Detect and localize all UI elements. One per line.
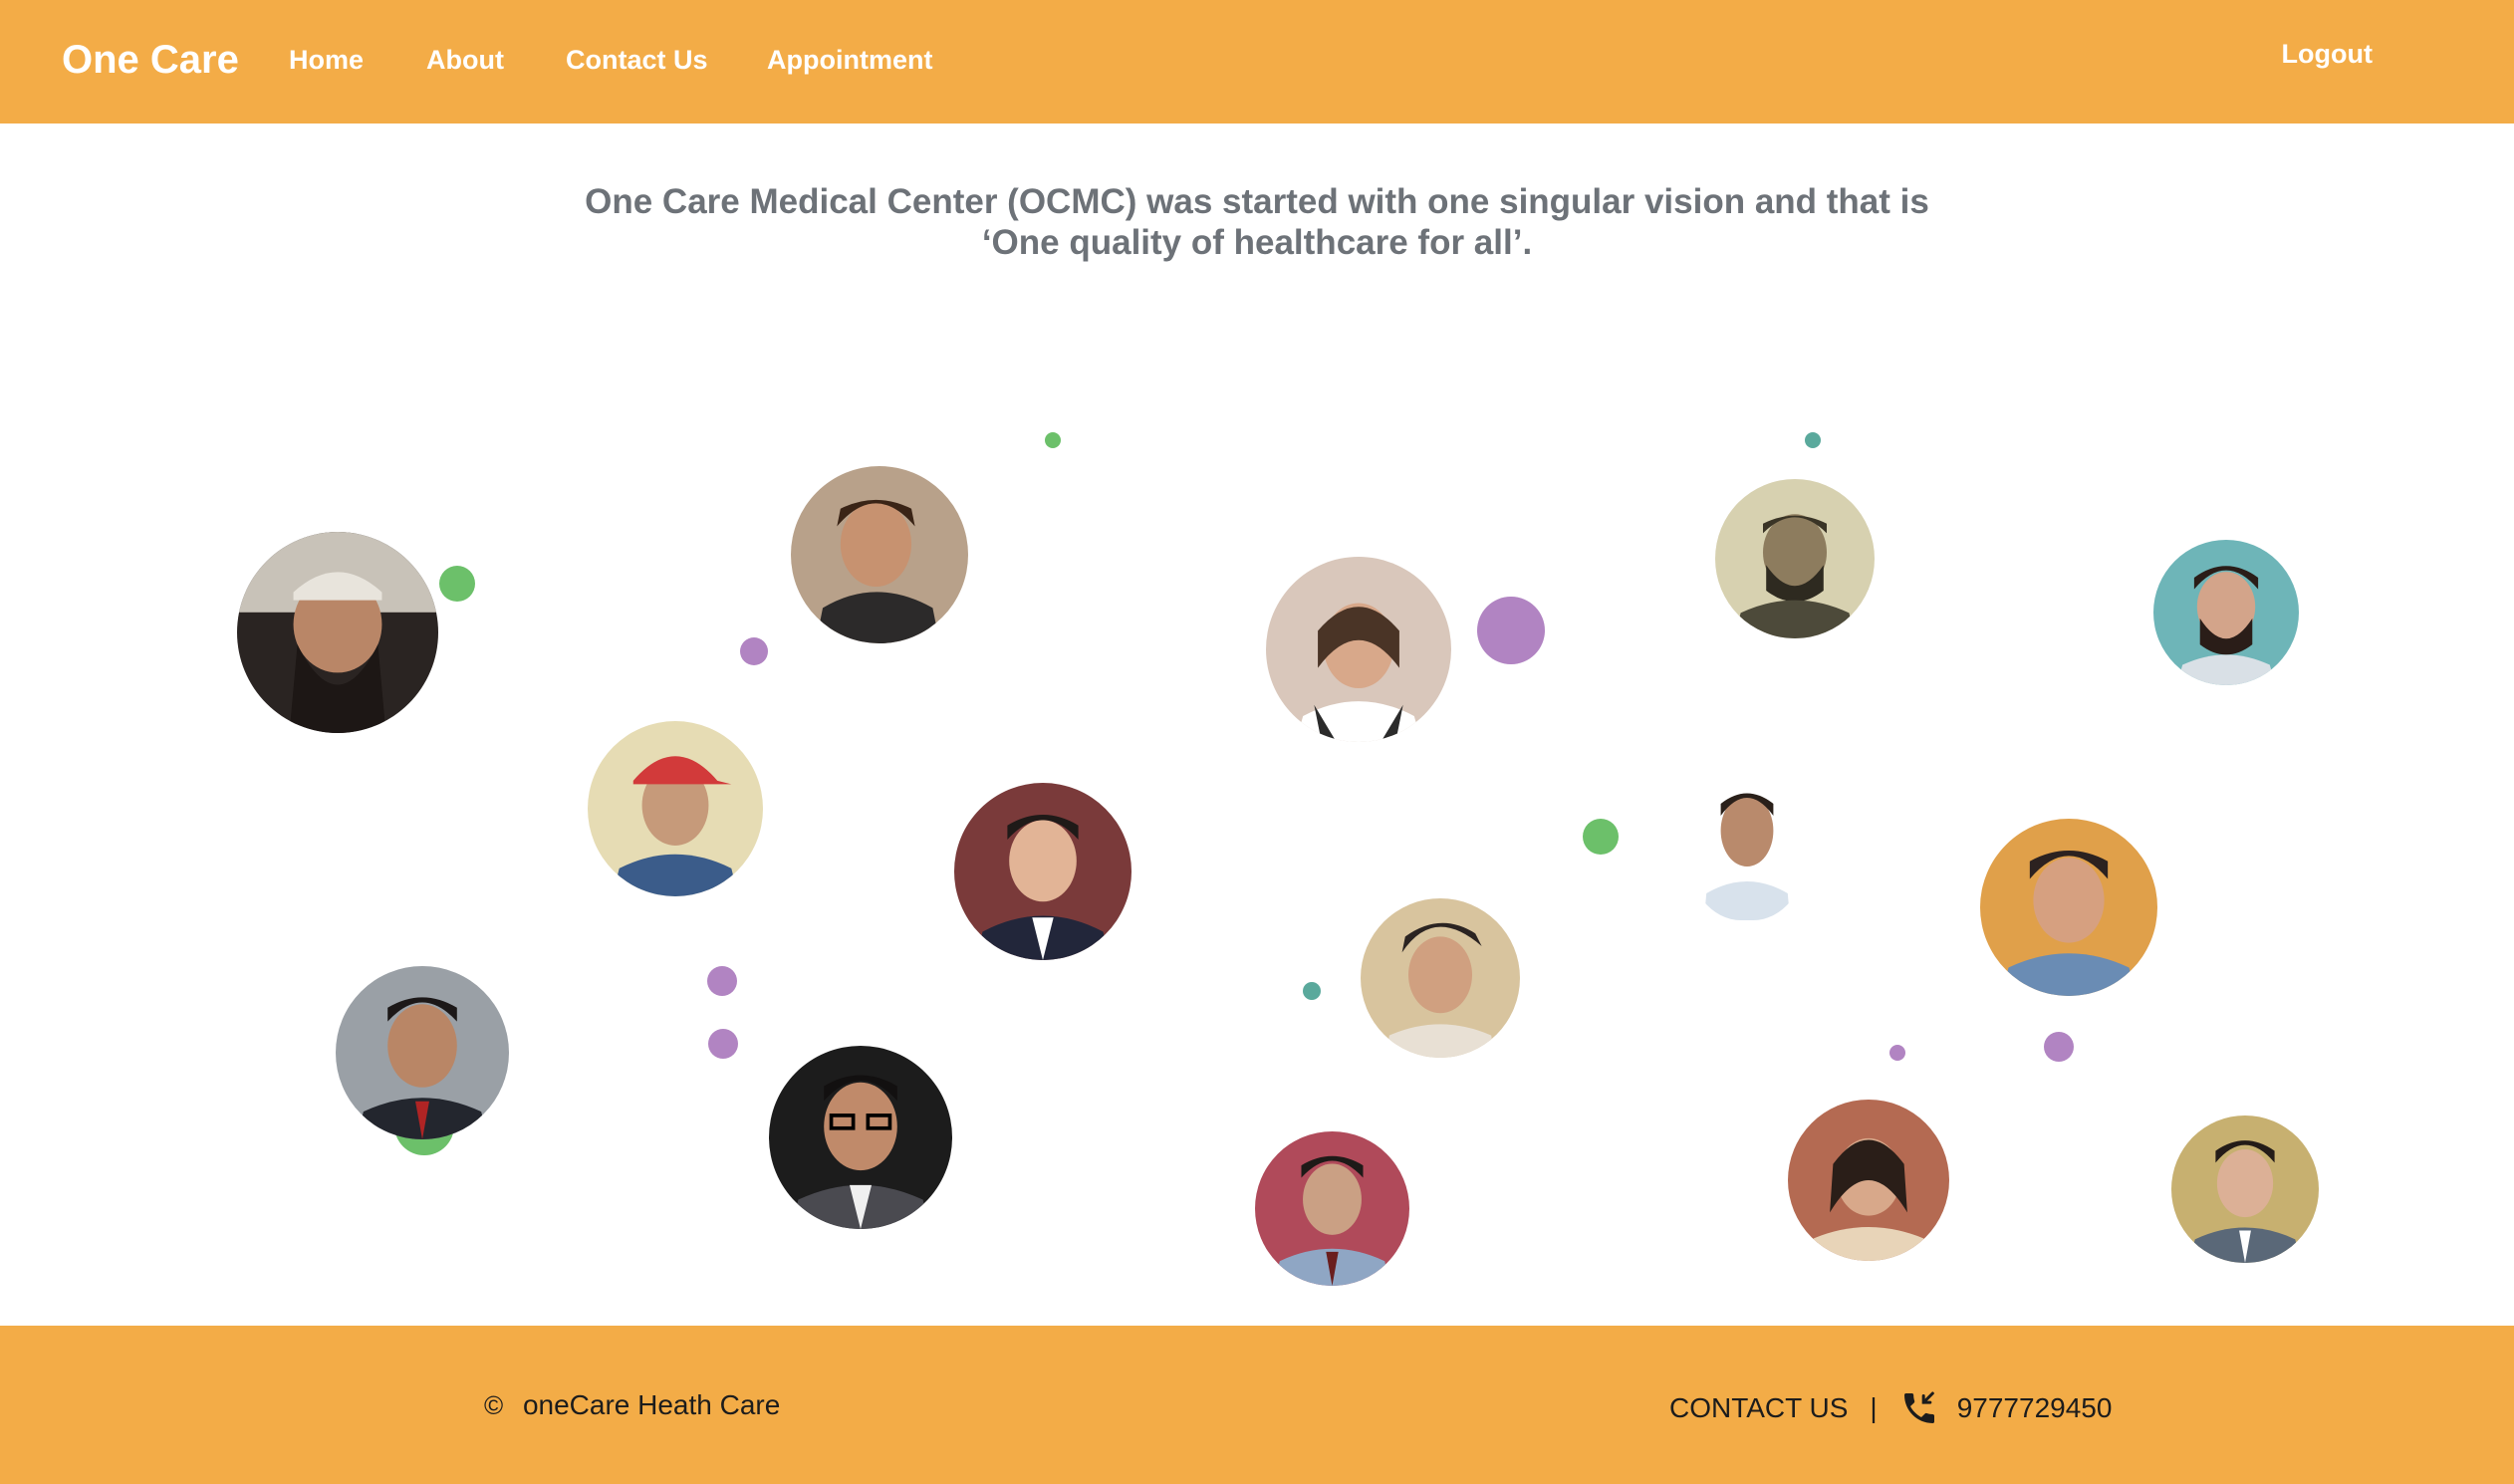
person-photo-icon: [1361, 898, 1520, 1058]
team-member-avatar[interactable]: [1980, 819, 2157, 996]
team-member-avatar[interactable]: [1788, 1100, 1949, 1261]
person-photo-icon: [1715, 479, 1875, 638]
person-photo-icon: [1255, 1131, 1409, 1286]
team-member-avatar[interactable]: [769, 1046, 952, 1229]
person-photo-icon: [1687, 771, 1807, 920]
team-member-avatar[interactable]: [1255, 1131, 1409, 1286]
nav-appointment[interactable]: Appointment: [767, 42, 932, 78]
nav-about[interactable]: About: [426, 42, 504, 78]
person-photo-icon: [336, 966, 509, 1139]
person-photo-icon: [588, 721, 763, 896]
person-photo-icon: [1788, 1100, 1949, 1261]
brand-logo[interactable]: One Care: [62, 34, 239, 86]
copyright: © oneCare Heath Care: [484, 1388, 780, 1422]
person-photo-icon: [954, 783, 1131, 960]
decor-dot: [439, 566, 475, 602]
team-member-avatar[interactable]: [1715, 479, 1875, 638]
team-member-avatar[interactable]: [2153, 540, 2299, 685]
nav-contact-us[interactable]: Contact Us: [566, 42, 708, 78]
decor-dot: [1805, 432, 1821, 448]
decor-dot: [1477, 597, 1545, 664]
nav-home[interactable]: Home: [289, 42, 364, 78]
person-photo-icon: [2153, 540, 2299, 685]
person-photo-icon: [1266, 557, 1451, 742]
team-member-avatar[interactable]: [1266, 557, 1451, 742]
footer: © oneCare Heath Care CONTACT US | 977772…: [0, 1326, 2514, 1484]
phone-incoming-icon: [1899, 1388, 1939, 1428]
team-network: [0, 124, 2514, 1326]
team-member-avatar[interactable]: [1687, 771, 1807, 920]
team-member-avatar[interactable]: [2171, 1115, 2319, 1263]
person-photo-icon: [2171, 1115, 2319, 1263]
decor-dot: [2044, 1032, 2074, 1062]
copyright-text: oneCare Heath Care: [522, 1389, 781, 1420]
team-member-avatar[interactable]: [791, 466, 968, 643]
contact-us-label[interactable]: CONTACT US: [1669, 1391, 1848, 1425]
person-photo-icon: [237, 532, 438, 733]
person-photo-icon: [1980, 819, 2157, 996]
person-photo-icon: [769, 1046, 952, 1229]
person-photo-icon: [791, 466, 968, 643]
top-navbar: One Care Home About Contact Us Appointme…: [0, 0, 2514, 124]
logout-button[interactable]: Logout: [2282, 36, 2373, 72]
team-member-avatar[interactable]: [237, 532, 438, 733]
phone-number[interactable]: 9777729450: [1957, 1391, 2113, 1425]
decor-dot: [1303, 982, 1321, 1000]
team-member-avatar[interactable]: [336, 966, 509, 1139]
contact-info: CONTACT US | 9777729450: [1669, 1388, 2112, 1428]
team-member-avatar[interactable]: [1361, 898, 1520, 1058]
decor-dot: [1583, 819, 1619, 855]
copyright-symbol: ©: [484, 1390, 504, 1420]
team-member-avatar[interactable]: [954, 783, 1131, 960]
decor-dot: [1045, 432, 1061, 448]
team-member-avatar[interactable]: [588, 721, 763, 896]
decor-dot: [707, 966, 737, 996]
decor-dot: [1889, 1045, 1905, 1061]
separator: |: [1870, 1392, 1878, 1423]
decor-dot: [708, 1029, 738, 1059]
decor-dot: [740, 637, 768, 665]
